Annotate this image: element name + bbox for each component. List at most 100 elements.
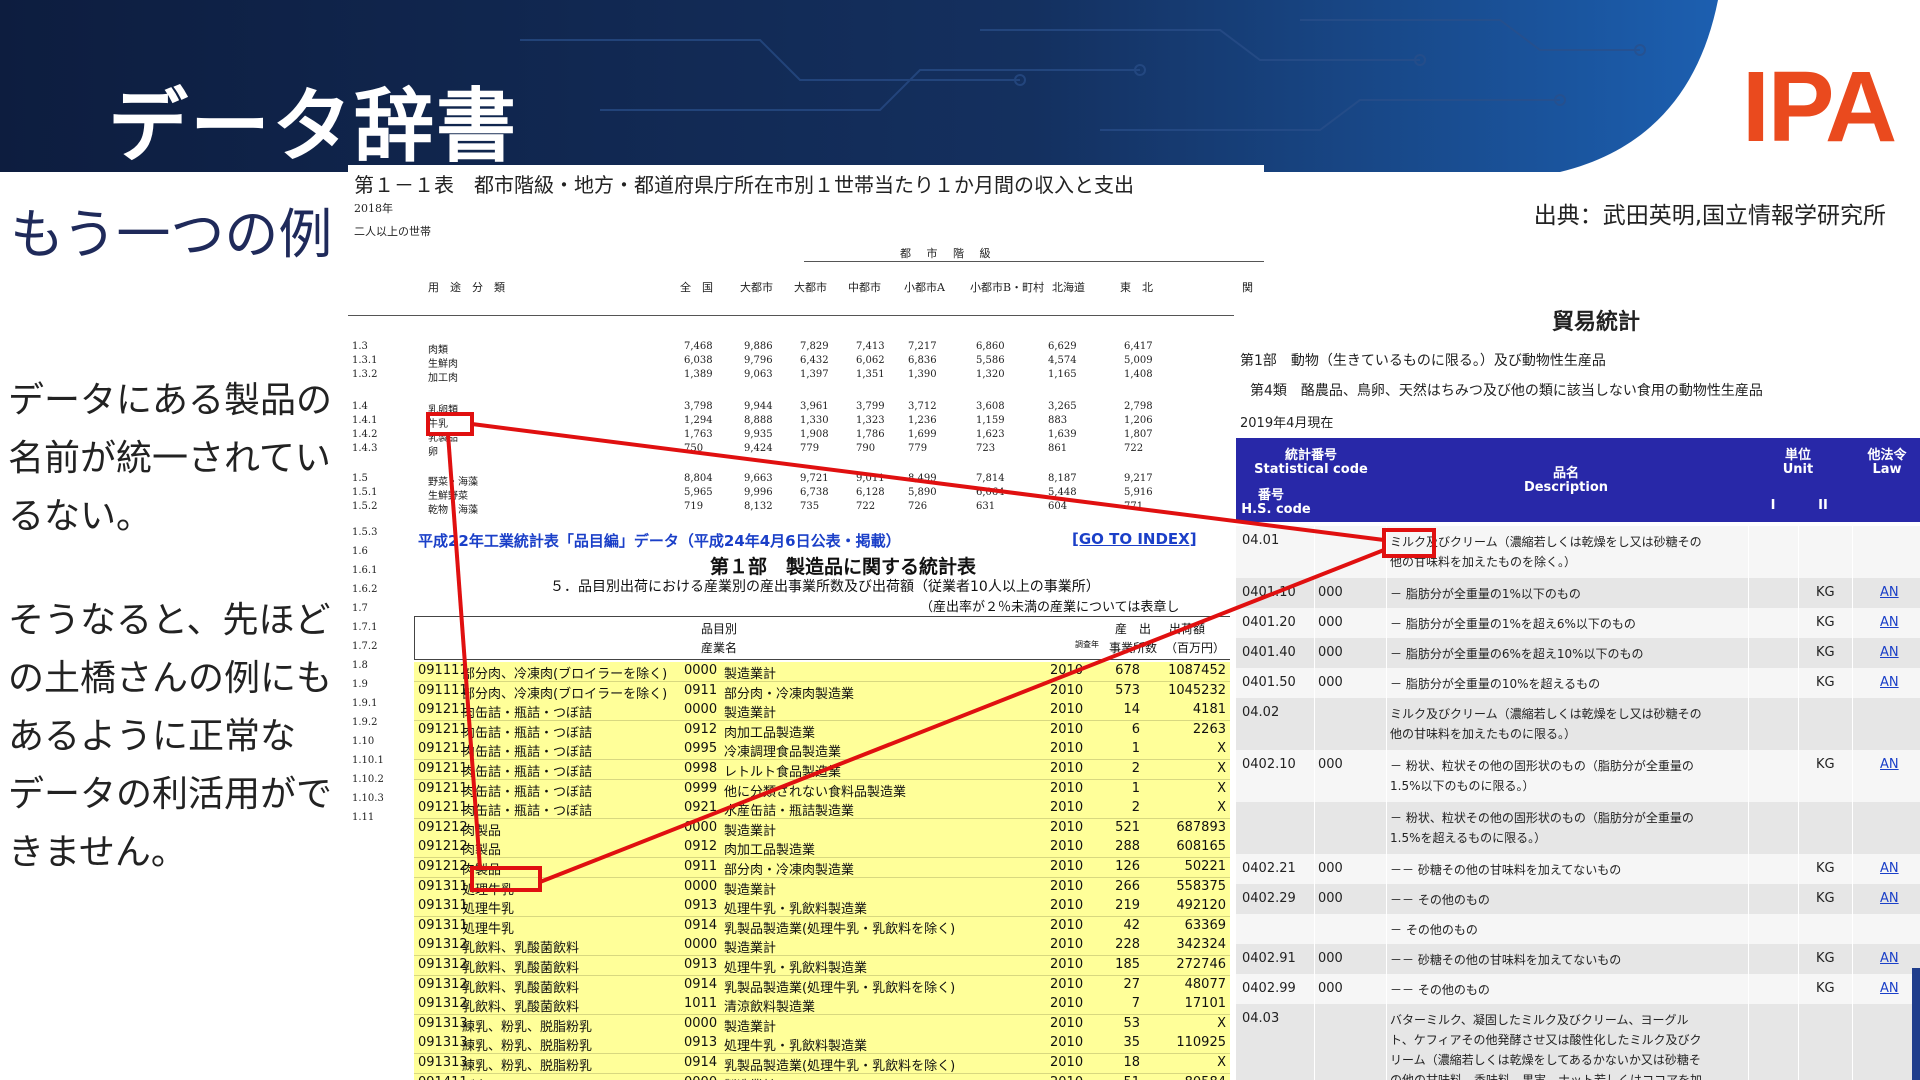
industry-cell-count: 2 (1131, 761, 1140, 776)
row-code: 1.7.1 (352, 622, 378, 633)
industry-table-section: ５．品目別出荷における産業別の産出事業所数及び出荷額（従業者10人以上の事業所） (550, 579, 1100, 595)
industry-cell-amount: 1045232 (1168, 682, 1226, 698)
trade-row: － その他のもの (1236, 914, 1920, 945)
trade-law-link[interactable]: AN (1880, 615, 1899, 630)
header-law-jp: 他法令 (1867, 448, 1907, 463)
trade-hs-code: 0401.40 (1242, 645, 1296, 660)
industry-row: 091111 部分肉、冷凍肉(ブロイラーを除く) 0000 製造業計 2010 678 10… (414, 662, 1230, 682)
trade-description: ミルク及びクリーム（濃縮若しくは乾燥をし又は砂糖その (1390, 535, 1702, 549)
trade-row: 0402.29 000 －－ その他のもの KG AN (1236, 884, 1920, 915)
row-value: 3,608 (976, 401, 1005, 412)
trade-stat-code: 000 (1318, 675, 1343, 690)
industry-cell-industry: 製造業計 (724, 823, 777, 839)
trade-law-link[interactable]: AN (1880, 675, 1899, 690)
industry-cell-code: 091312 (418, 957, 468, 972)
trade-law-link[interactable]: AN (1880, 891, 1899, 906)
row-name: 生鮮肉 (428, 359, 458, 370)
go-to-index-link[interactable]: [GO TO INDEX] (1072, 530, 1197, 548)
column-divider (1314, 750, 1315, 802)
industry-cell-item: 練乳、粉乳、脱脂粉乳 (462, 1039, 593, 1055)
column-divider (1798, 608, 1799, 638)
header-hs-en: H.S. code (1241, 502, 1311, 517)
column-divider (1852, 884, 1853, 914)
trade-law-link[interactable]: AN (1880, 645, 1899, 660)
column-divider (1852, 668, 1853, 698)
trade-row: 0402.99 000 －－ その他のもの KG AN (1236, 974, 1920, 1005)
trade-description: 1.5%以下のものに限る。） (1390, 779, 1535, 793)
row-name: 卵 (428, 447, 438, 458)
industry-cell-code: 091212 (418, 859, 468, 874)
industry-cell-industry: 製造業計 (724, 706, 777, 722)
header-unit-en: Unit (1782, 462, 1814, 477)
paragraph-line: そうなると、先ほど (8, 600, 331, 641)
trade-description: 1.5%を超えるものに限る。） (1390, 831, 1547, 845)
trade-row: 0401.50 000 － 脂肪分が全重量の10%を超えるもの KG AN (1236, 668, 1920, 699)
trade-law-link[interactable]: AN (1880, 951, 1899, 966)
trade-description: の他の甘味料、香味料、果実、ナット若しくはココアを加 (1390, 1073, 1703, 1080)
trade-law-link[interactable]: AN (1880, 861, 1899, 876)
column-divider (1386, 1004, 1387, 1080)
trade-unit: KG (1816, 585, 1835, 600)
industry-cell-amount: 608165 (1176, 839, 1226, 855)
industry-cell-icode: 0000 (684, 1075, 717, 1080)
industry-cell-count: 219 (1115, 898, 1140, 914)
industry-cell-code: 091313 (418, 1035, 468, 1051)
row-value: 8,132 (744, 501, 773, 512)
row-name: 乾物・海藻 (428, 505, 478, 516)
column-divider (1314, 1004, 1315, 1080)
header-industry: 産業名 (701, 641, 738, 655)
row-value: 726 (908, 501, 928, 512)
trade-description: － 脂肪分が全重量の6%を超え10%以下のもの (1390, 647, 1644, 661)
industry-cell-item: 練乳、粉乳、脱脂粉乳 (462, 1019, 593, 1035)
row-value: 4,574 (1048, 355, 1077, 366)
industry-cell-count: 678 (1115, 663, 1140, 678)
trade-law-link[interactable]: AN (1880, 585, 1899, 600)
column-divider (1798, 914, 1799, 944)
trade-hs-code: 0402.10 (1242, 757, 1296, 772)
source-credit: 出典：武田英明,国立情報学研究所 (1533, 203, 1886, 229)
row-value: 6,417 (1124, 341, 1153, 352)
row-value: 3,798 (684, 401, 713, 412)
header-year: 調査年 (1075, 640, 1099, 649)
industry-cell-industry: 清涼飲料製造業 (724, 1000, 816, 1016)
row-value: 5,009 (1124, 355, 1153, 366)
industry-cell-icode: 0000 (684, 702, 718, 718)
row-value: 8,187 (1048, 473, 1077, 484)
industry-cell-year: 2010 (1050, 663, 1084, 678)
trade-row: 0402.91 000 －－ 砂糖その他の甘味料を加えてないもの KG AN (1236, 944, 1920, 975)
row-value: 1,397 (800, 369, 829, 380)
trade-description: ミルク及びクリーム（濃縮若しくは乾燥をし又は砂糖その (1390, 707, 1702, 721)
industry-cell-code: 091111 (418, 663, 468, 678)
trade-hs-code: 04.02 (1242, 705, 1280, 720)
trade-hs-code: 0401.20 (1242, 615, 1296, 630)
row-name: 加工肉 (428, 373, 458, 384)
row-value: 9,424 (744, 443, 773, 454)
slide-subtitle: もう一つの例 (10, 203, 333, 266)
industry-cell-year: 2010 (1050, 996, 1084, 1012)
industry-row: 091312 乳飲料、乳酸菌飲料 0914 乳製品製造業(処理牛乳・乳飲料を除く) 20… (414, 975, 1230, 996)
industry-cell-year: 2010 (1050, 839, 1084, 855)
industry-cell-count: 521 (1115, 819, 1140, 835)
column-divider (1748, 526, 1749, 578)
slide-edge-accent (1912, 968, 1920, 1080)
trade-description: －－ その他のもの (1390, 983, 1490, 997)
row-code: 1.3.2 (352, 369, 378, 380)
industry-cell-count: 27 (1123, 976, 1140, 992)
row-value: 7,829 (800, 341, 829, 352)
trade-law-link[interactable]: AN (1880, 981, 1899, 996)
industry-cell-count: 228 (1115, 937, 1140, 953)
row-value: 9,663 (744, 473, 773, 484)
row-value: 7,217 (908, 341, 937, 352)
industry-cell-industry: 乳製品製造業(処理牛乳・乳飲料を除く) (724, 1059, 956, 1074)
column-divider (1386, 750, 1387, 802)
column-divider (1748, 974, 1749, 1004)
industry-cell-year: 2010 (1050, 1015, 1084, 1031)
industry-cell-code: 091311 (418, 878, 468, 894)
trade-stat-code: 000 (1318, 615, 1343, 630)
trade-law-link[interactable]: AN (1880, 757, 1899, 772)
row-value: 779 (908, 443, 928, 454)
header-banner: データ辞書 (0, 0, 1920, 172)
industry-cell-item: 肉缶詰・瓶詰・つぼ詰 (462, 804, 593, 820)
industry-cell-industry: 部分肉・冷凍肉製造業 (724, 863, 855, 878)
industry-statistics-table: 平成22年工業統計表「品目編」データ（平成24年4月6日公表・掲載） [GO T… (400, 528, 1230, 1080)
